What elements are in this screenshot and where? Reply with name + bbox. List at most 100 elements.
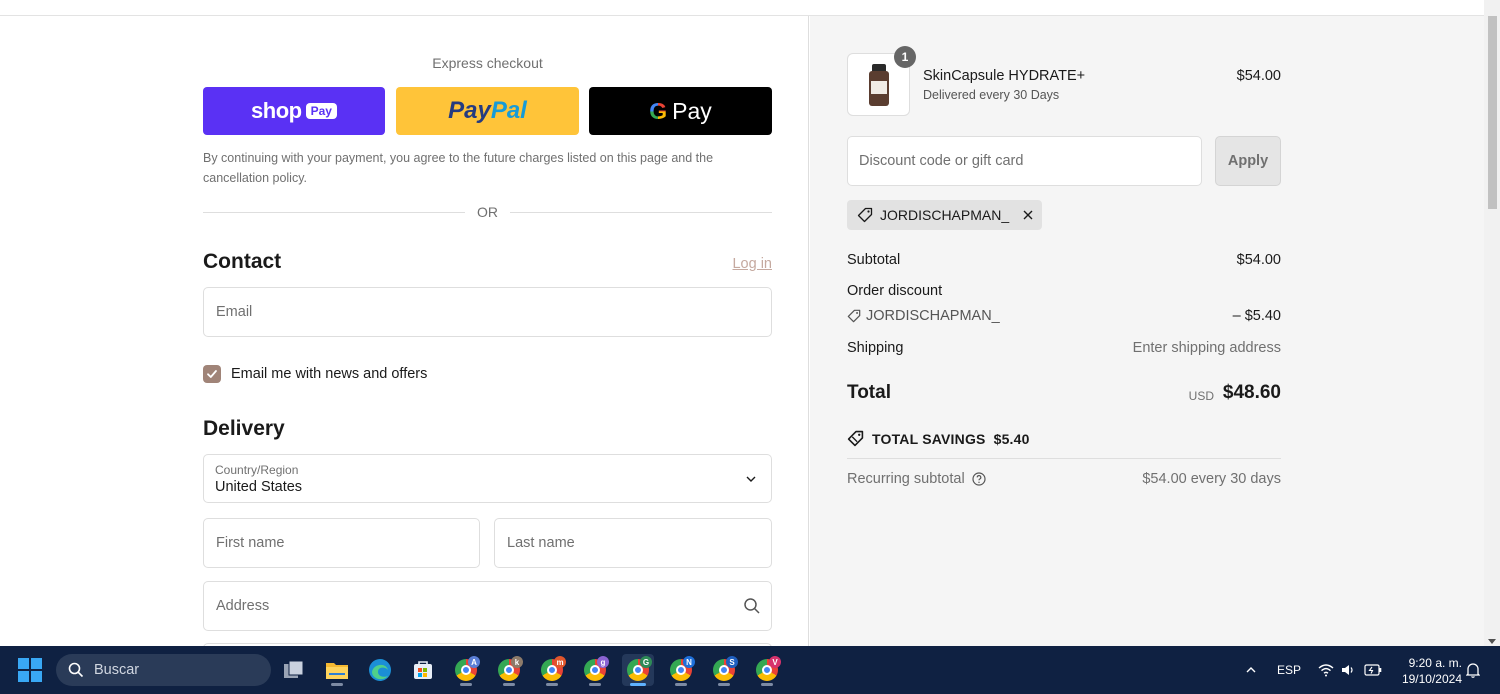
chrome-profile-icon[interactable]: A — [450, 654, 482, 686]
tag-icon — [847, 309, 861, 323]
chrome-profile-badge: A — [468, 656, 480, 668]
newsletter-label: Email me with news and offers — [231, 366, 428, 382]
newsletter-checkbox[interactable] — [203, 365, 221, 383]
last-name-input[interactable] — [495, 519, 771, 567]
discount-code-text: JORDISCHAPMAN_ — [866, 308, 1000, 324]
total-label: Total — [847, 382, 891, 403]
newsletter-option[interactable]: Email me with news and offers — [203, 365, 427, 383]
google-pay-button[interactable]: G Pay — [589, 87, 772, 135]
delivery-heading: Delivery — [203, 417, 285, 440]
checkout-form-column: Express checkout shop Pay PayPal G Pay By… — [0, 16, 809, 646]
chrome-profile-icon[interactable]: g — [579, 654, 611, 686]
page-scrollbar[interactable] — [1484, 0, 1500, 646]
contact-heading: Contact — [203, 250, 282, 273]
shop-pay-button[interactable]: shop Pay — [203, 87, 385, 135]
notifications-bell-icon[interactable] — [1462, 646, 1484, 694]
first-name-field[interactable] — [203, 518, 480, 568]
browser-top-strip — [0, 0, 1484, 16]
first-name-input[interactable] — [204, 519, 479, 567]
apply-discount-button[interactable]: Apply — [1215, 136, 1281, 186]
edge-browser-icon[interactable] — [364, 654, 396, 686]
clock-date: 19/10/2024 — [1401, 672, 1462, 686]
total-savings-row: TOTAL SAVINGS $5.40 — [847, 430, 1030, 447]
language-indicator[interactable]: ESP — [1272, 646, 1306, 694]
quantity-badge: 1 — [894, 46, 916, 68]
windows-taskbar: Buscar A k m g G N S V ESP 9:20 a. m. 19… — [0, 646, 1500, 694]
product-name: SkinCapsule HYDRATE+ — [923, 68, 1086, 84]
chrome-profile-badge: k — [511, 656, 523, 668]
product-bottle-image — [869, 64, 889, 106]
scroll-down-arrow-icon[interactable] — [1488, 639, 1496, 644]
subtotal-label: Subtotal — [847, 252, 901, 268]
chrome-profile-icon-active[interactable]: G — [622, 654, 654, 686]
address-input[interactable] — [204, 582, 771, 630]
recurring-subtotal-value: $54.00 every 30 days — [1142, 471, 1281, 487]
country-select[interactable]: Country/Region United States — [203, 454, 772, 503]
chrome-profile-badge: m — [554, 656, 566, 668]
chrome-profile-icon[interactable]: N — [665, 654, 697, 686]
scrollbar-thumb[interactable] — [1488, 16, 1497, 209]
last-name-field[interactable] — [494, 518, 772, 568]
or-label: OR — [477, 204, 498, 220]
checkmark-icon — [207, 370, 217, 378]
search-icon — [68, 662, 84, 678]
country-select-value: United States — [215, 479, 303, 495]
show-hidden-icons-chevron-icon[interactable] — [1240, 646, 1262, 694]
chrome-profile-icon[interactable]: V — [751, 654, 783, 686]
shipping-label: Shipping — [847, 340, 904, 356]
taskbar-clock[interactable]: 9:20 a. m. 19/10/2024 — [1402, 655, 1462, 687]
discount-amount: – $5.40 — [1232, 308, 1281, 324]
shipping-value: Enter shipping address — [1132, 340, 1281, 356]
tag-icon — [857, 207, 873, 223]
chrome-profile-badge: S — [726, 656, 738, 668]
email-input[interactable] — [204, 288, 771, 336]
volume-icon[interactable] — [1338, 646, 1358, 694]
address-search-icon[interactable] — [743, 597, 761, 620]
discount-input[interactable] — [848, 137, 1201, 185]
google-pay-logo: G Pay — [649, 97, 712, 124]
total-savings-label: TOTAL SAVINGS — [872, 430, 986, 447]
shop-pay-badge: Pay — [305, 103, 337, 119]
order-summary-column: 1 SkinCapsule HYDRATE+ Delivered every 3… — [810, 16, 1484, 646]
wifi-icon[interactable] — [1314, 646, 1338, 694]
shop-pay-logo-text: shop — [251, 98, 302, 123]
chevron-down-icon — [746, 476, 756, 482]
chrome-profile-icon[interactable]: k — [493, 654, 525, 686]
microsoft-store-icon[interactable] — [407, 654, 439, 686]
summary-divider — [847, 458, 1281, 459]
chrome-profile-badge: G — [640, 656, 652, 668]
login-link[interactable]: Log in — [700, 256, 772, 272]
remove-discount-icon[interactable] — [1022, 209, 1034, 221]
address-field[interactable] — [203, 581, 772, 631]
file-explorer-icon[interactable] — [321, 654, 353, 686]
payment-agreement-text: By continuing with your payment, you agr… — [203, 151, 714, 185]
windows-start-icon[interactable] — [18, 658, 42, 682]
chrome-profile-icon[interactable]: m — [536, 654, 568, 686]
chrome-profile-badge: N — [683, 656, 695, 668]
taskbar-search-label: Buscar — [94, 662, 140, 678]
product-delivery-frequency: Delivered every 30 Days — [923, 88, 1060, 102]
chrome-profile-badge: V — [769, 656, 781, 668]
taskbar-search[interactable]: Buscar — [56, 654, 271, 686]
savings-tag-icon — [847, 430, 864, 447]
divider-line — [203, 212, 465, 213]
product-price: $54.00 — [1236, 68, 1281, 84]
discount-code-line: JORDISCHAPMAN_ — [847, 308, 1000, 324]
checkout-page: Express checkout shop Pay PayPal G Pay By… — [0, 16, 1484, 646]
total-savings-value: $5.40 — [993, 430, 1030, 447]
paypal-logo: PayPal — [448, 97, 527, 124]
express-checkout-title: Express checkout — [432, 55, 543, 71]
email-field[interactable] — [203, 287, 772, 337]
discount-field[interactable] — [847, 136, 1202, 186]
total-value: $48.60 — [1222, 382, 1281, 403]
divider-line — [510, 212, 772, 213]
battery-icon[interactable] — [1362, 646, 1384, 694]
clock-time: 9:20 a. m. — [1408, 656, 1462, 670]
product-thumbnail: 1 — [847, 46, 916, 116]
chrome-profile-badge: g — [597, 656, 609, 668]
chrome-profile-icon[interactable]: S — [708, 654, 740, 686]
task-view-icon[interactable] — [278, 654, 310, 686]
help-icon[interactable] — [972, 472, 986, 486]
recurring-subtotal-label-group: Recurring subtotal — [847, 471, 986, 487]
paypal-button[interactable]: PayPal — [396, 87, 579, 135]
